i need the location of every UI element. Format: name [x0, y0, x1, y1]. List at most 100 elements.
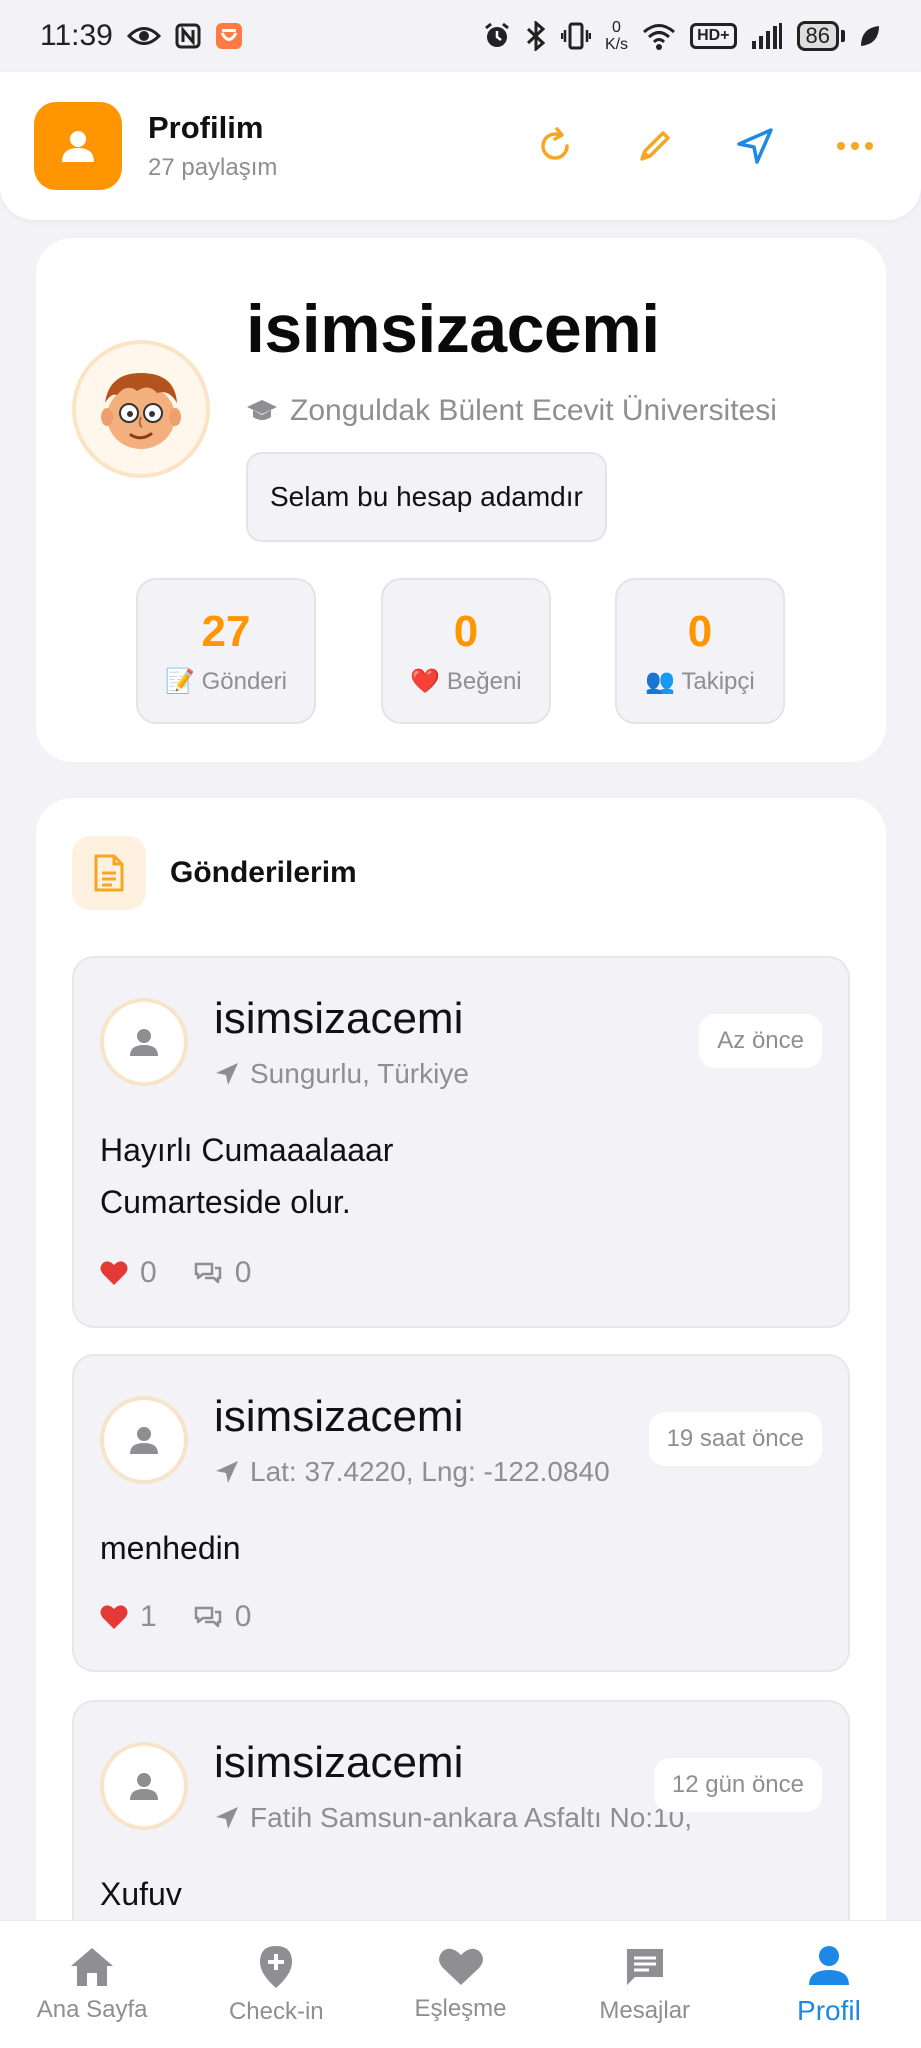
status-time: 11:39 [40, 19, 113, 52]
location-arrow-icon [216, 1063, 238, 1085]
location-arrow-icon [216, 1807, 238, 1829]
profile-username: isimsizacemi [246, 291, 660, 367]
battery-icon: 86 [796, 21, 845, 51]
net-speed: 0 K/s [604, 19, 629, 53]
nav-label: Check-in [228, 1997, 324, 2025]
stat-label: 👥 Takipçi [645, 667, 755, 695]
stat-value: 0 [453, 606, 479, 656]
home-icon [71, 1947, 114, 1986]
post-count-subtitle: 27 paylaşım [148, 154, 278, 181]
heart-icon [100, 1261, 128, 1285]
school-label: Zonguldak Bülent Ecevit Üniversitesi [290, 394, 777, 427]
profile-school: Zonguldak Bülent Ecevit Üniversitesi [246, 394, 777, 428]
page-title: Profilim [148, 110, 264, 145]
nav-checkin[interactable]: Check-in [184, 1921, 368, 2048]
stat-posts[interactable]: 27 📝 Gönderi [136, 578, 316, 724]
comment-icon [194, 1606, 221, 1628]
app-notification-icon [215, 22, 243, 50]
section-title: Gönderilerim [170, 856, 357, 889]
comment-icon [194, 1262, 221, 1284]
nfc-icon [175, 23, 201, 49]
bottom-navigation: Ana Sayfa Check-in Eşleşme Mesajlar Prof… [0, 1920, 921, 2048]
stat-label: 📝 Gönderi [165, 667, 287, 695]
section-header: Gönderilerim [72, 836, 357, 910]
my-posts-section: Gönderilerim isimsizacemi Sungurlu, Türk… [36, 798, 886, 2048]
pencil-icon [640, 131, 670, 161]
alarm-icon [483, 22, 511, 50]
nav-match[interactable]: Eşleşme [368, 1921, 552, 2048]
like-button[interactable]: 0 [100, 1256, 157, 1290]
person-icon [130, 1427, 158, 1454]
post-text: menhedin [100, 1530, 241, 1566]
location-button[interactable] [733, 124, 777, 168]
post-time-badge: 12 gün önce [653, 1758, 822, 1812]
graduation-cap-icon [247, 400, 277, 420]
stat-label: ❤️ Beğeni [410, 667, 522, 695]
post-location: Lat: 37.4220, Lng: -122.0840 [214, 1456, 610, 1488]
nav-home[interactable]: Ana Sayfa [0, 1921, 184, 2048]
wifi-icon [642, 22, 676, 50]
person-icon [62, 131, 94, 162]
comment-button[interactable]: 0 [193, 1256, 252, 1290]
stat-likes[interactable]: 0 ❤️ Beğeni [381, 578, 551, 724]
cartoon-face-avatar [101, 373, 181, 449]
nav-label: Eşleşme [414, 1994, 507, 2022]
stat-followers[interactable]: 0 👥 Takipçi [615, 578, 785, 724]
person-icon [808, 1945, 849, 1985]
person-icon [130, 1029, 158, 1056]
navigation-arrow-icon [737, 128, 773, 164]
profile-bio: Selam bu hesap adamdır [246, 452, 607, 542]
nav-label: Profil [797, 1994, 861, 2026]
nav-label: Mesajlar [599, 1996, 691, 2024]
location-arrow-icon [216, 1461, 238, 1483]
bluetooth-icon [525, 21, 547, 51]
comment-count: 0 [234, 1600, 252, 1633]
post-text: Xufuv [100, 1876, 182, 1912]
status-bar: 11:39 0 K/s HD+ 86 [0, 0, 921, 72]
more-options-button[interactable] [833, 124, 877, 168]
post-time-badge: Az önce [699, 1014, 822, 1068]
post-actions: 0 0 [100, 1256, 251, 1290]
nav-profile[interactable]: Profil [737, 1921, 921, 2048]
post-actions: 1 0 [100, 1600, 251, 1634]
like-button[interactable]: 1 [100, 1600, 157, 1634]
heart-icon [100, 1605, 128, 1629]
nav-messages[interactable]: Mesajlar [553, 1921, 737, 2048]
post-card[interactable]: isimsizacemi Sungurlu, Türkiye Az önce H… [72, 956, 850, 1328]
nav-label: Ana Sayfa [36, 1995, 148, 2023]
post-avatar[interactable] [100, 1396, 188, 1484]
document-icon [72, 836, 146, 910]
post-card[interactable]: isimsizacemi Lat: 37.4220, Lng: -122.084… [72, 1354, 850, 1672]
refresh-icon [541, 127, 569, 160]
hd-icon: HD+ [690, 23, 737, 49]
app-header: Profilim 27 paylaşım [0, 72, 921, 220]
screen: 11:39 0 K/s HD+ 86 Profilim 27 paylaşım … [0, 0, 921, 2048]
post-username[interactable]: isimsizacemi [214, 994, 463, 1044]
post-location: Fatih Samsun-ankara Asfaltı No:10, [214, 1802, 692, 1834]
location-plus-icon [260, 1945, 293, 1988]
post-username[interactable]: isimsizacemi [214, 1738, 463, 1788]
comment-count: 0 [234, 1256, 252, 1289]
eye-icon [126, 25, 161, 47]
message-icon [626, 1948, 663, 1985]
profile-avatar[interactable] [72, 340, 210, 478]
profile-card: isimsizacemi Zonguldak Bülent Ecevit Üni… [36, 238, 886, 762]
signal-icon [751, 23, 783, 49]
post-avatar[interactable] [100, 1742, 188, 1830]
leaf-icon [859, 24, 881, 48]
stat-value: 27 [201, 606, 251, 656]
stat-value: 0 [687, 606, 713, 656]
post-avatar[interactable] [100, 998, 188, 1086]
more-icon [837, 142, 873, 150]
post-location: Sungurlu, Türkiye [214, 1058, 469, 1090]
like-count: 1 [140, 1600, 157, 1633]
person-icon [130, 1773, 158, 1800]
like-count: 0 [140, 1256, 157, 1289]
refresh-button[interactable] [533, 124, 577, 168]
post-text: Hayırlı Cumaaalaaar Cumarteside olur. [100, 1132, 394, 1220]
edit-profile-button[interactable] [633, 124, 677, 168]
header-avatar[interactable] [34, 102, 122, 190]
post-time-badge: 19 saat önce [648, 1412, 822, 1466]
comment-button[interactable]: 0 [193, 1600, 252, 1634]
post-username[interactable]: isimsizacemi [214, 1392, 463, 1442]
